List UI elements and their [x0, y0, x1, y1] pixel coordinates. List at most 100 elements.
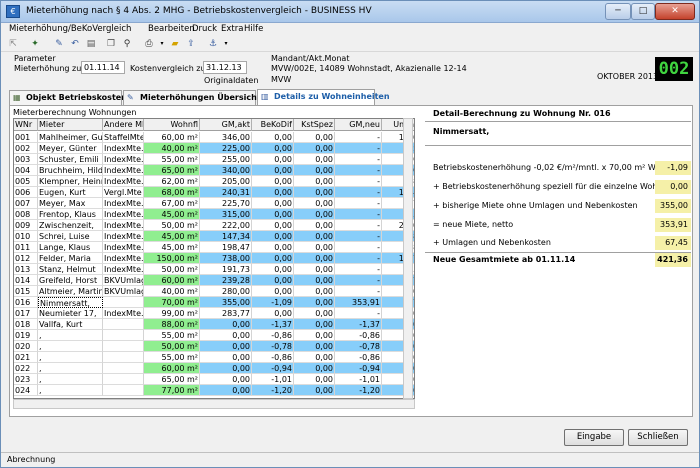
maximize-button[interactable]: □: [631, 3, 655, 20]
kst-spez-cell[interactable]: 0,00: [294, 242, 335, 253]
gm-current-cell[interactable]: 225,00: [200, 143, 252, 154]
gm-new-cell[interactable]: -: [335, 231, 382, 242]
wnr-cell[interactable]: 009: [14, 220, 38, 231]
gm-current-cell[interactable]: 147,34: [200, 231, 252, 242]
wnr-cell[interactable]: 013: [14, 264, 38, 275]
kst-spez-cell[interactable]: 0,00: [294, 363, 335, 374]
wnr-cell[interactable]: 020: [14, 341, 38, 352]
area-cell[interactable]: 65,00 m²: [144, 374, 200, 385]
gm-new-cell[interactable]: -: [335, 220, 382, 231]
wnr-cell[interactable]: 008: [14, 209, 38, 220]
area-cell[interactable]: 62,00 m²: [144, 176, 200, 187]
kst-spez-cell[interactable]: 0,00: [294, 264, 335, 275]
gm-current-cell[interactable]: 280,00: [200, 286, 252, 297]
gm-current-cell[interactable]: 225,70: [200, 198, 252, 209]
beko-diff-cell[interactable]: -0,78: [252, 341, 294, 352]
wnr-cell[interactable]: 016: [14, 297, 38, 308]
beko-diff-cell[interactable]: -0,86: [252, 352, 294, 363]
gm-current-cell[interactable]: 0,00: [200, 363, 252, 374]
beko-diff-cell[interactable]: 0,00: [252, 308, 294, 319]
wnr-cell[interactable]: 015: [14, 286, 38, 297]
menu-hilfe[interactable]: Hilfe: [244, 24, 263, 34]
area-cell[interactable]: 65,00 m²: [144, 165, 200, 176]
tenant-cell[interactable]: Greifeld, Horst: [38, 275, 103, 286]
kst-spez-cell[interactable]: 0,00: [294, 143, 335, 154]
exit-icon[interactable]: ⇱: [7, 38, 19, 50]
gm-new-cell[interactable]: -: [335, 154, 382, 165]
beko-diff-cell[interactable]: 0,00: [252, 286, 294, 297]
tenant-cell[interactable]: ,: [38, 341, 103, 352]
other-me-cell[interactable]: IndexMte.: [103, 176, 144, 187]
export-icon[interactable]: ⇪: [185, 38, 197, 50]
kst-spez-cell[interactable]: 0,00: [294, 374, 335, 385]
area-cell[interactable]: 70,00 m²: [144, 297, 200, 308]
column-header[interactable]: GM,neu: [335, 119, 382, 131]
gm-new-cell[interactable]: -: [335, 308, 382, 319]
wnr-cell[interactable]: 024: [14, 385, 38, 396]
gm-new-cell[interactable]: -: [335, 209, 382, 220]
other-me-cell[interactable]: IndexMte.: [103, 308, 144, 319]
column-header[interactable]: WNr: [14, 119, 38, 131]
gm-current-cell[interactable]: 239,28: [200, 275, 252, 286]
gm-new-cell[interactable]: -: [335, 176, 382, 187]
beko-diff-cell[interactable]: 0,00: [252, 132, 294, 143]
kst-spez-cell[interactable]: 0,00: [294, 132, 335, 143]
wnr-cell[interactable]: 001: [14, 132, 38, 143]
column-header[interactable]: KstSpez: [294, 119, 335, 131]
table-row[interactable]: 013 Stanz, Helmut IndexMte. 50,00 m² 191,73 0…: [14, 264, 414, 275]
other-me-cell[interactable]: IndexMte.: [103, 264, 144, 275]
beko-diff-cell[interactable]: 0,00: [252, 264, 294, 275]
beko-diff-cell[interactable]: 0,00: [252, 187, 294, 198]
wnr-cell[interactable]: 003: [14, 154, 38, 165]
tenant-cell[interactable]: Neumieter 17,: [38, 308, 103, 319]
wnr-cell[interactable]: 017: [14, 308, 38, 319]
kst-spez-cell[interactable]: 0,00: [294, 165, 335, 176]
table-row[interactable]: 005Klempner, HeinrichIndexMte.62,00 m²20…: [14, 176, 414, 187]
gm-current-cell[interactable]: 355,00: [200, 297, 252, 308]
area-cell[interactable]: 67,00 m²: [144, 198, 200, 209]
kst-spez-cell[interactable]: 0,00: [294, 275, 335, 286]
tab-details-wohneinheiten[interactable]: ▥ Details zu Wohneinheiten: [257, 89, 390, 105]
beko-diff-cell[interactable]: -1,09: [252, 297, 294, 308]
gm-current-cell[interactable]: 205,00: [200, 176, 252, 187]
increase-date-field[interactable]: 01.11.14: [81, 61, 125, 74]
other-me-cell[interactable]: BKVUmlage: [103, 275, 144, 286]
table-row[interactable]: 015Altmeier, MartinBKVUmlage40,00 m²280,…: [14, 286, 414, 297]
wnr-cell[interactable]: 018: [14, 319, 38, 330]
tenant-cell[interactable]: Felder, Maria: [38, 253, 103, 264]
kst-spez-cell[interactable]: 0,00: [294, 231, 335, 242]
wnr-cell[interactable]: 023: [14, 374, 38, 385]
area-cell[interactable]: 50,00 m²: [144, 341, 200, 352]
kst-spez-cell[interactable]: 0,00: [294, 209, 335, 220]
kst-spez-cell[interactable]: 0,00: [294, 341, 335, 352]
tenant-cell[interactable]: Meyer, Günter: [38, 143, 103, 154]
other-me-cell[interactable]: IndexMte.: [103, 253, 144, 264]
area-cell[interactable]: 45,00 m²: [144, 209, 200, 220]
wnr-cell[interactable]: 022: [14, 363, 38, 374]
tenant-cell[interactable]: Altmeier, Martin: [38, 286, 103, 297]
table-row[interactable]: 006 Eugen, Kurt Vergl.Mte 68,00 m² 240,31 0,0…: [14, 187, 414, 198]
gm-new-cell[interactable]: -0,86: [335, 330, 382, 341]
wnr-cell[interactable]: 006: [14, 187, 38, 198]
other-me-cell[interactable]: [103, 363, 144, 374]
kst-spez-cell[interactable]: 0,00: [294, 187, 335, 198]
other-me-cell[interactable]: Vergl.Mte: [103, 187, 144, 198]
kst-spez-cell[interactable]: 0,00: [294, 286, 335, 297]
area-cell[interactable]: 45,00 m²: [144, 242, 200, 253]
area-cell[interactable]: 55,00 m²: [144, 154, 200, 165]
gm-new-cell[interactable]: -1,37: [335, 319, 382, 330]
other-me-cell[interactable]: [103, 319, 144, 330]
kst-spez-cell[interactable]: 0,00: [294, 198, 335, 209]
wnr-cell[interactable]: 021: [14, 352, 38, 363]
tenant-cell[interactable]: Frentop, Klaus: [38, 209, 103, 220]
tenant-cell[interactable]: Stanz, Helmut: [38, 264, 103, 275]
gm-new-cell[interactable]: -: [335, 242, 382, 253]
wnr-cell[interactable]: 019: [14, 330, 38, 341]
table-row[interactable]: 003 Schuster, Emili IndexMte. 55,00 m² 255,0…: [14, 154, 414, 165]
gm-new-cell[interactable]: -0,94: [335, 363, 382, 374]
beko-diff-cell[interactable]: 0,00: [252, 176, 294, 187]
wnr-cell[interactable]: 002: [14, 143, 38, 154]
area-cell[interactable]: 50,00 m²: [144, 264, 200, 275]
other-me-cell[interactable]: [103, 352, 144, 363]
gm-new-cell[interactable]: -1,01: [335, 374, 382, 385]
